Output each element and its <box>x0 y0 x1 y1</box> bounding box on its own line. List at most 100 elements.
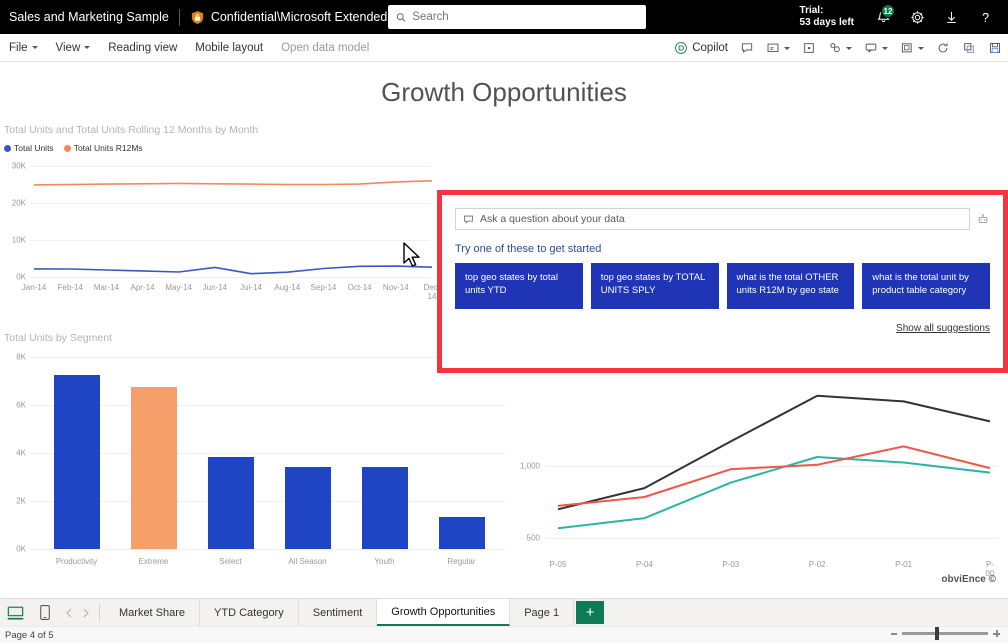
duplicate-button[interactable] <box>956 34 982 62</box>
x-axis-tick: Oct-14 <box>348 283 372 292</box>
add-page-button[interactable]: + <box>576 601 604 624</box>
page-tab-sentiment[interactable]: Sentiment <box>299 599 378 626</box>
trial-status: Trial: 53 days left <box>800 5 854 29</box>
x-axis-tick: Mar-14 <box>94 283 119 292</box>
sensitivity-label-text: Confidential\Microsoft Extended <box>211 10 387 24</box>
chevron-left-icon <box>65 608 73 618</box>
visual-total-units-by-segment[interactable]: Total Units by Segment 8K 6K 4K 2K 0K Pr… <box>4 332 509 587</box>
chevron-down-icon <box>882 47 888 50</box>
page-tab-market-share[interactable]: Market Share <box>105 599 200 626</box>
command-bar-actions: Copilot <box>668 34 1008 62</box>
page-tab-growth-opportunities[interactable]: Growth Opportunities <box>377 599 510 626</box>
menu-open-data-model-label: Open data model <box>281 42 369 54</box>
qa-show-all-suggestions-link[interactable]: Show all suggestions <box>455 323 990 334</box>
mouse-cursor <box>402 242 422 274</box>
mobile-view-button[interactable] <box>30 599 60 626</box>
sensitivity-label-button[interactable]: Confidential\Microsoft Extended <box>190 10 405 25</box>
share-button[interactable] <box>822 34 858 62</box>
menu-view[interactable]: View <box>47 34 100 62</box>
bar-group[interactable]: Productivity <box>38 357 115 549</box>
download-button[interactable] <box>934 0 968 34</box>
view-button[interactable] <box>760 34 796 62</box>
bar-group[interactable]: Select <box>192 357 269 549</box>
x-axis-tick: Feb-14 <box>57 283 82 292</box>
filter-button[interactable] <box>796 34 822 62</box>
copy-icon <box>962 41 976 55</box>
y-axis-tick: 4K <box>4 449 26 458</box>
previous-page-button[interactable] <box>60 599 77 626</box>
chart-title: Total Units and Total Units Rolling 12 M… <box>4 124 436 136</box>
bar-group[interactable]: All Season <box>269 357 346 549</box>
zoom-out-icon[interactable] <box>891 633 897 635</box>
menu-open-data-model[interactable]: Open data model <box>272 34 378 62</box>
zoom-in-icon[interactable] <box>993 630 1000 637</box>
refresh-button[interactable] <box>930 34 956 62</box>
chevron-down-icon <box>846 47 852 50</box>
menu-file[interactable]: File <box>0 34 47 62</box>
zoom-slider-handle[interactable] <box>935 627 939 640</box>
zoom-slider-track[interactable] <box>902 632 988 635</box>
menu-mobile-layout[interactable]: Mobile layout <box>186 34 272 62</box>
legend-swatch-icon <box>4 145 11 152</box>
qa-input-placeholder: Ask a question about your data <box>480 213 625 225</box>
chat-icon <box>864 41 878 55</box>
page-tab-ytd-category[interactable]: YTD Category <box>200 599 299 626</box>
bar[interactable] <box>362 467 408 549</box>
notifications-button[interactable]: 12 <box>866 0 900 34</box>
bar-group[interactable]: Youth <box>346 357 423 549</box>
y-axis-tick: 2K <box>4 497 26 506</box>
x-axis-tick: P-01 <box>895 560 912 569</box>
chevron-down-icon <box>784 47 790 50</box>
legend-item-total-units[interactable]: Total Units <box>4 143 54 153</box>
qa-suggestion-button-3[interactable]: what is the total OTHER units R12M by ge… <box>727 263 855 309</box>
bar[interactable] <box>439 517 485 549</box>
gridline <box>30 549 505 550</box>
svg-text:?: ? <box>981 9 988 24</box>
legend-item-total-units-r12ms[interactable]: Total Units R12Ms <box>64 143 143 153</box>
bar-group[interactable]: Extreme <box>115 357 192 549</box>
page-title: Growth Opportunities <box>0 77 1008 108</box>
global-search-box[interactable] <box>388 5 646 29</box>
chat-in-teams-button[interactable] <box>858 34 894 62</box>
next-page-button[interactable] <box>77 599 94 626</box>
visual-total-units-by-month[interactable]: Total Units and Total Units Rolling 12 M… <box>4 124 436 309</box>
view-icon <box>766 41 780 55</box>
qa-suggestion-button-4[interactable]: what is the total unit by product table … <box>862 263 990 309</box>
chart-title: Total Units by Segment <box>4 332 509 344</box>
x-axis-tick: P-04 <box>636 560 653 569</box>
comment-button[interactable] <box>734 34 760 62</box>
chevron-down-icon <box>918 47 924 50</box>
copilot-button[interactable]: Copilot <box>668 34 734 62</box>
teaching-robot-icon[interactable] <box>976 212 990 226</box>
x-axis-tick: Apr-14 <box>131 283 155 292</box>
qa-suggestion-button-1[interactable]: top geo states by total units YTD <box>455 263 583 309</box>
x-axis-tick: Jan-14 <box>22 283 46 292</box>
zoom-slider[interactable] <box>891 630 1000 637</box>
desktop-view-button[interactable] <box>0 599 30 626</box>
export-button[interactable] <box>894 34 930 62</box>
qa-suggestion-list: top geo states by total units YTDtop geo… <box>455 263 990 309</box>
chart-legend: Total Units Total Units R12Ms <box>4 143 436 153</box>
desktop-view-icon <box>6 605 25 621</box>
qa-input-row: Ask a question about your data <box>455 208 990 230</box>
search-input[interactable] <box>412 11 638 23</box>
settings-button[interactable] <box>900 0 934 34</box>
bar-group[interactable]: Regular <box>423 357 500 549</box>
menu-reading-view[interactable]: Reading view <box>99 34 186 62</box>
bar[interactable] <box>285 467 331 549</box>
top-navigation-bar: Sales and Marketing Sample Confidential\… <box>0 0 1008 34</box>
save-button[interactable] <box>982 34 1008 62</box>
menu-file-label: File <box>9 42 28 54</box>
help-button[interactable]: ? <box>968 0 1002 34</box>
bar[interactable] <box>208 457 254 549</box>
gear-icon <box>909 9 926 26</box>
bar[interactable] <box>131 387 177 549</box>
qa-question-input[interactable]: Ask a question about your data <box>455 208 970 230</box>
x-axis-tick: P-05 <box>550 560 567 569</box>
page-tab-page-1[interactable]: Page 1 <box>510 599 574 626</box>
qa-suggestion-button-2[interactable]: top geo states by TOTAL UNITS SPLY <box>591 263 719 309</box>
page-tabs: Market ShareYTD CategorySentimentGrowth … <box>105 599 574 626</box>
bar[interactable] <box>54 375 100 549</box>
trial-label: Trial: <box>800 5 854 17</box>
legend-label: Total Units <box>14 143 54 153</box>
